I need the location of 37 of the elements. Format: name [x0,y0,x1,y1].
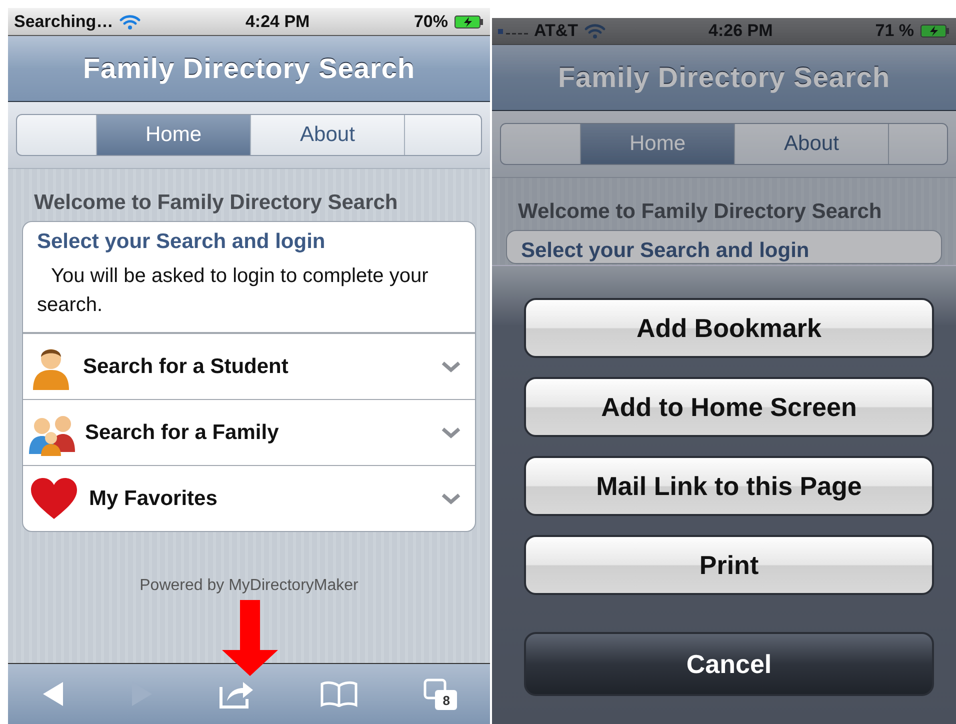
battery-charging-icon [454,14,484,28]
chevron-down-icon [441,426,461,438]
list-item[interactable]: Search for a Student [23,333,475,399]
pages-button[interactable]: 8 [423,678,458,710]
card-text: You will be asked to login to complete your search. [23,254,475,333]
card-heading: Select your Search and login [520,238,810,263]
carrier-text: Searching… [14,12,114,32]
card-heading: Select your Search and login [36,229,326,254]
page-title: Family Directory Search [558,62,890,94]
action-button[interactable]: Print [524,535,934,595]
welcome-heading: Welcome to Family Directory Search [34,191,399,215]
time-text: 4:24 PM [244,12,311,32]
page-title: Family Directory Search [82,52,416,84]
share-button[interactable] [218,679,255,709]
wifi-icon [119,14,142,30]
battery-charging-icon [920,24,950,38]
footer-text: Powered by MyDirectoryMaker [138,577,360,595]
heart-icon [29,476,79,520]
list-item[interactable]: Search for a Family [23,399,475,465]
cancel-button[interactable]: Cancel [524,632,934,696]
battery-text: 70% [414,12,448,32]
segment-tab[interactable]: About [735,124,889,164]
battery-text: 71 % [875,21,914,41]
action-button[interactable]: Add Bookmark [524,298,934,358]
bookmarks-button[interactable] [320,681,358,707]
chevron-down-icon [441,360,461,372]
welcome-heading: Welcome to Family Directory Search [518,200,883,224]
action-button[interactable]: Add to Home Screen [524,377,934,437]
segment-tab[interactable]: About [251,115,405,155]
list-item[interactable]: My Favorites [23,465,475,531]
wifi-icon [584,23,606,39]
back-button[interactable] [40,681,65,707]
time-text: 4:26 PM [708,21,774,41]
action-button[interactable]: Mail Link to this Page [524,456,934,516]
segment-tab[interactable]: Home [97,115,251,155]
chevron-down-icon [441,492,461,504]
carrier-text: AT&T [534,21,578,41]
